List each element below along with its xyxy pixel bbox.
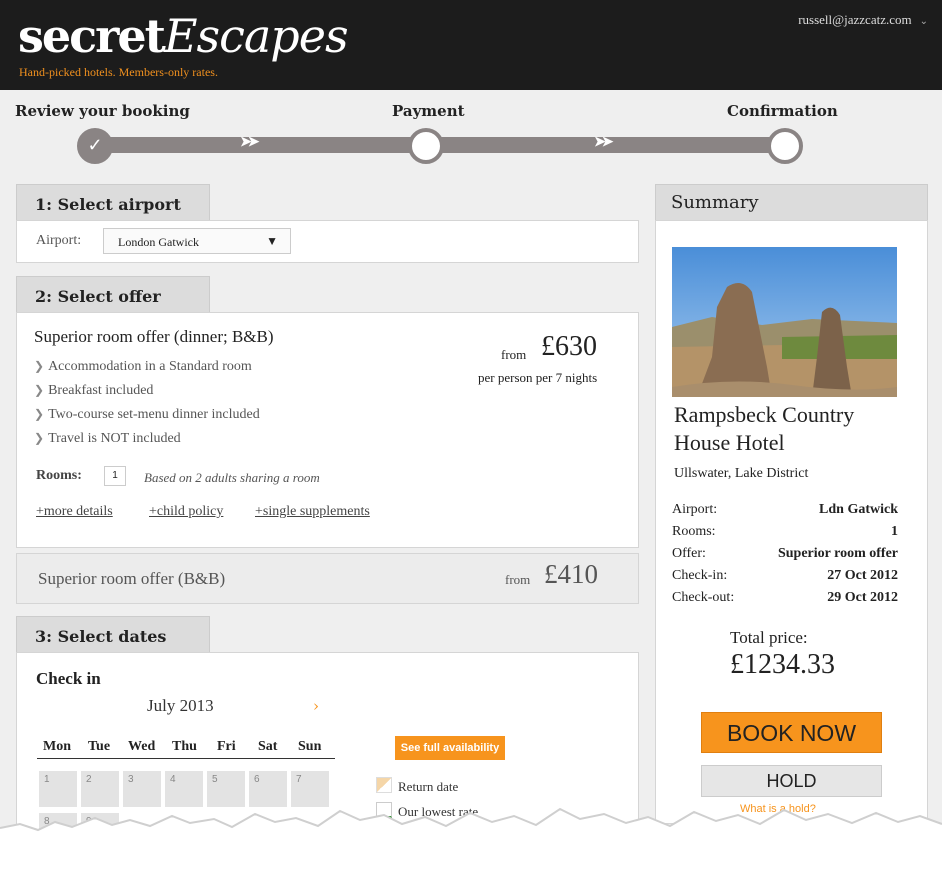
section-airport-title: 1: Select airport bbox=[16, 184, 210, 222]
weekday-label: Wed bbox=[128, 739, 156, 754]
summary-title: Summary bbox=[655, 184, 928, 222]
logo-secret: secret bbox=[18, 9, 166, 63]
book-now-button[interactable]: BOOK NOW bbox=[701, 712, 882, 753]
airport-select[interactable]: London Gatwick ▼ bbox=[103, 228, 291, 254]
progress-arrow-icon: ➤➤ bbox=[594, 134, 614, 150]
hold-button[interactable]: HOLD bbox=[701, 765, 882, 797]
offer-price: £630 bbox=[541, 331, 597, 362]
weekday-label: Tue bbox=[88, 739, 111, 754]
weekday-label: Mon bbox=[43, 739, 71, 754]
airport-panel: Airport: London Gatwick ▼ bbox=[16, 220, 639, 263]
step-confirmation-circle bbox=[767, 128, 803, 164]
chevron-right-icon: ❯ bbox=[34, 383, 45, 397]
site-header: secretEscapes Hand-picked hotels. Member… bbox=[0, 0, 942, 90]
summary-panel: Rampsbeck Country House Hotel Ullswater,… bbox=[655, 220, 928, 824]
offer-title: Superior room offer (dinner; B&B) bbox=[34, 327, 274, 346]
calendar-month: July 2013 bbox=[147, 696, 214, 715]
dropdown-triangle-icon: ▼ bbox=[266, 234, 278, 248]
booking-progress: Review your booking Payment Confirmation… bbox=[0, 90, 942, 170]
weekday-label: Thu bbox=[172, 739, 197, 754]
offer-selected-panel[interactable]: Superior room offer (dinner; B&B) ❯ Accom… bbox=[16, 312, 639, 548]
alt-offer-from-label: from bbox=[505, 572, 531, 587]
feature-item: ❯ Travel is NOT included bbox=[34, 431, 181, 446]
torn-edge bbox=[0, 807, 942, 871]
summary-row-check-out: Check-out: 29 Oct 2012 bbox=[672, 590, 898, 605]
rooms-input[interactable]: 1 bbox=[104, 466, 126, 486]
hotel-name-line1: Rampsbeck Country bbox=[674, 402, 855, 427]
airport-label: Airport: bbox=[36, 233, 82, 248]
summary-row-airport: Airport: Ldn Gatwick bbox=[672, 502, 898, 517]
user-email: russell@jazzcatz.com bbox=[798, 12, 912, 27]
summary-row-offer: Offer: Superior room offer bbox=[672, 546, 898, 561]
alt-offer-price: £410 bbox=[544, 559, 598, 589]
chevron-right-icon[interactable]: › bbox=[313, 697, 319, 715]
logo-escapes: Escapes bbox=[163, 9, 349, 63]
chevron-down-icon: ⌄ bbox=[919, 16, 928, 27]
offer-alt-panel[interactable]: Superior room offer (B&B) from £410 bbox=[16, 553, 639, 604]
section-dates-title: 3: Select dates bbox=[16, 616, 210, 654]
more-details-link[interactable]: +more details bbox=[36, 504, 113, 520]
chevron-right-icon: ❯ bbox=[34, 359, 45, 373]
hotel-name: Rampsbeck Country House Hotel bbox=[674, 401, 854, 457]
step-review-label: Review your booking bbox=[15, 102, 190, 120]
hotel-name-line2: House Hotel bbox=[674, 430, 785, 455]
step-review-check-icon: ✓ bbox=[77, 128, 113, 164]
total-price-label: Total price: bbox=[730, 628, 808, 647]
hotel-photo bbox=[672, 247, 897, 397]
rooms-label: Rooms: bbox=[36, 468, 82, 483]
alt-offer-title: Superior room offer (B&B) bbox=[38, 569, 226, 588]
weekday-label: Sun bbox=[298, 739, 322, 754]
total-price-value: £1234.33 bbox=[730, 649, 835, 680]
calendar-divider bbox=[37, 758, 335, 759]
airport-select-value: London Gatwick bbox=[118, 235, 199, 249]
logo[interactable]: secretEscapes bbox=[18, 8, 349, 64]
offer-price-note: per person per 7 nights bbox=[478, 370, 598, 385]
weekday-label: Fri bbox=[217, 739, 236, 754]
chevron-right-icon: ❯ bbox=[34, 407, 45, 421]
step-confirmation-label: Confirmation bbox=[727, 102, 838, 120]
tagline: Hand-picked hotels. Members-only rates. bbox=[19, 65, 218, 79]
legend-return-date: Return date bbox=[398, 779, 459, 794]
child-policy-link[interactable]: +child policy bbox=[149, 504, 223, 520]
summary-row-rooms: Rooms: 1 bbox=[672, 524, 898, 539]
hotel-location: Ullswater, Lake District bbox=[674, 466, 809, 481]
feature-item: ❯ Two-course set-menu dinner included bbox=[34, 407, 260, 422]
return-date-swatch bbox=[376, 777, 392, 793]
weekday-label: Sat bbox=[258, 739, 278, 754]
feature-item: ❯ Breakfast included bbox=[34, 383, 154, 398]
single-supplements-link[interactable]: +single supplements bbox=[255, 504, 370, 520]
progress-arrow-icon: ➤➤ bbox=[240, 134, 260, 150]
step-payment-circle bbox=[408, 128, 444, 164]
feature-item: ❯ Accommodation in a Standard room bbox=[34, 359, 252, 374]
chevron-right-icon: ❯ bbox=[34, 431, 45, 445]
user-menu[interactable]: russell@jazzcatz.com ⌄ bbox=[798, 12, 928, 28]
check-in-label: Check in bbox=[36, 669, 101, 688]
see-full-availability-button[interactable]: See full availability bbox=[395, 736, 505, 760]
summary-row-check-in: Check-in: 27 Oct 2012 bbox=[672, 568, 898, 583]
step-payment-label: Payment bbox=[392, 102, 465, 120]
rooms-note: Based on 2 adults sharing a room bbox=[144, 470, 320, 485]
offer-features: ❯ Accommodation in a Standard room ❯ Break… bbox=[34, 359, 260, 455]
section-offer-title: 2: Select offer bbox=[16, 276, 210, 314]
offer-from-label: from bbox=[501, 347, 527, 362]
